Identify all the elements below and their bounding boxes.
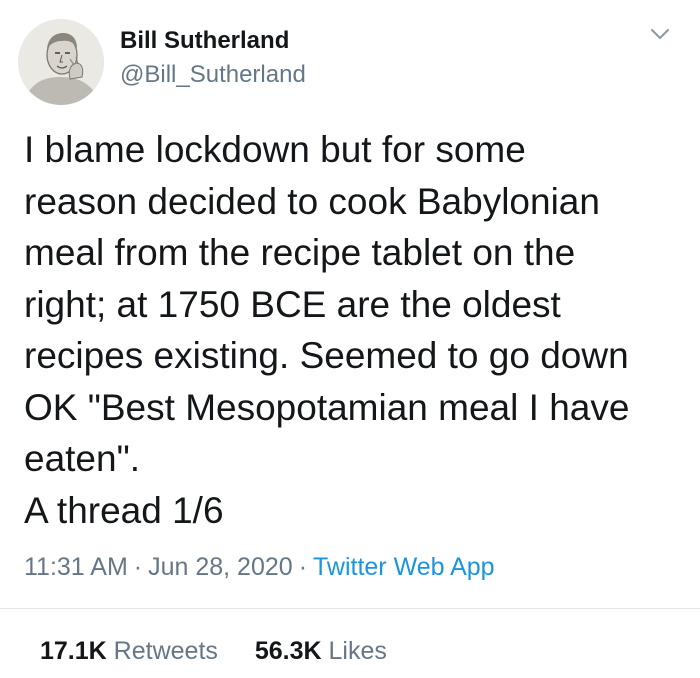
tweet-text: I blame lockdown but for some reason dec…: [24, 124, 684, 536]
meta-separator: ·: [298, 553, 308, 581]
author-name[interactable]: Bill Sutherland: [120, 27, 289, 55]
tweet-source-link[interactable]: Twitter Web App: [313, 553, 495, 581]
tweet-text-line: OK "Best Mesopotamian meal I have: [24, 386, 630, 428]
tweet-card: Bill Sutherland @Bill_Sutherland I blame…: [0, 0, 700, 678]
tweet-text-line: I blame lockdown but for some: [24, 129, 526, 170]
tweet-text-line: A thread 1/6: [24, 489, 224, 531]
retweets-label: Retweets: [113, 637, 218, 665]
tweet-date[interactable]: Jun 28, 2020: [148, 553, 293, 581]
tweet-text-line: reason decided to cook Babylonian: [24, 180, 600, 222]
tweet-meta: 11:31 AM · Jun 28, 2020 · Twitter Web App: [24, 553, 495, 581]
divider: [0, 608, 700, 609]
tweet-text-line: right; at 1750 BCE are the oldest: [24, 283, 561, 325]
avatar-sketch-icon: [18, 19, 104, 105]
likes-stat[interactable]: 56.3K Likes: [255, 637, 387, 665]
tweet-text-line: eaten".: [24, 438, 141, 479]
author-handle[interactable]: @Bill_Sutherland: [120, 61, 306, 89]
tweet-text-line: meal from the recipe tablet on the: [24, 232, 576, 273]
avatar[interactable]: [18, 19, 104, 105]
likes-label: Likes: [328, 637, 387, 665]
retweets-stat[interactable]: 17.1K Retweets: [40, 637, 218, 665]
likes-count: 56.3K: [254, 637, 322, 665]
tweet-stats: 17.1K Retweets 56.3K Likes: [40, 637, 417, 665]
retweets-count: 17.1K: [40, 637, 107, 665]
tweet-time[interactable]: 11:31 AM: [24, 553, 128, 581]
tweet-text-line: recipes existing. Seemed to go down: [24, 335, 629, 376]
chevron-down-icon[interactable]: [648, 24, 672, 44]
meta-separator: ·: [133, 553, 143, 581]
